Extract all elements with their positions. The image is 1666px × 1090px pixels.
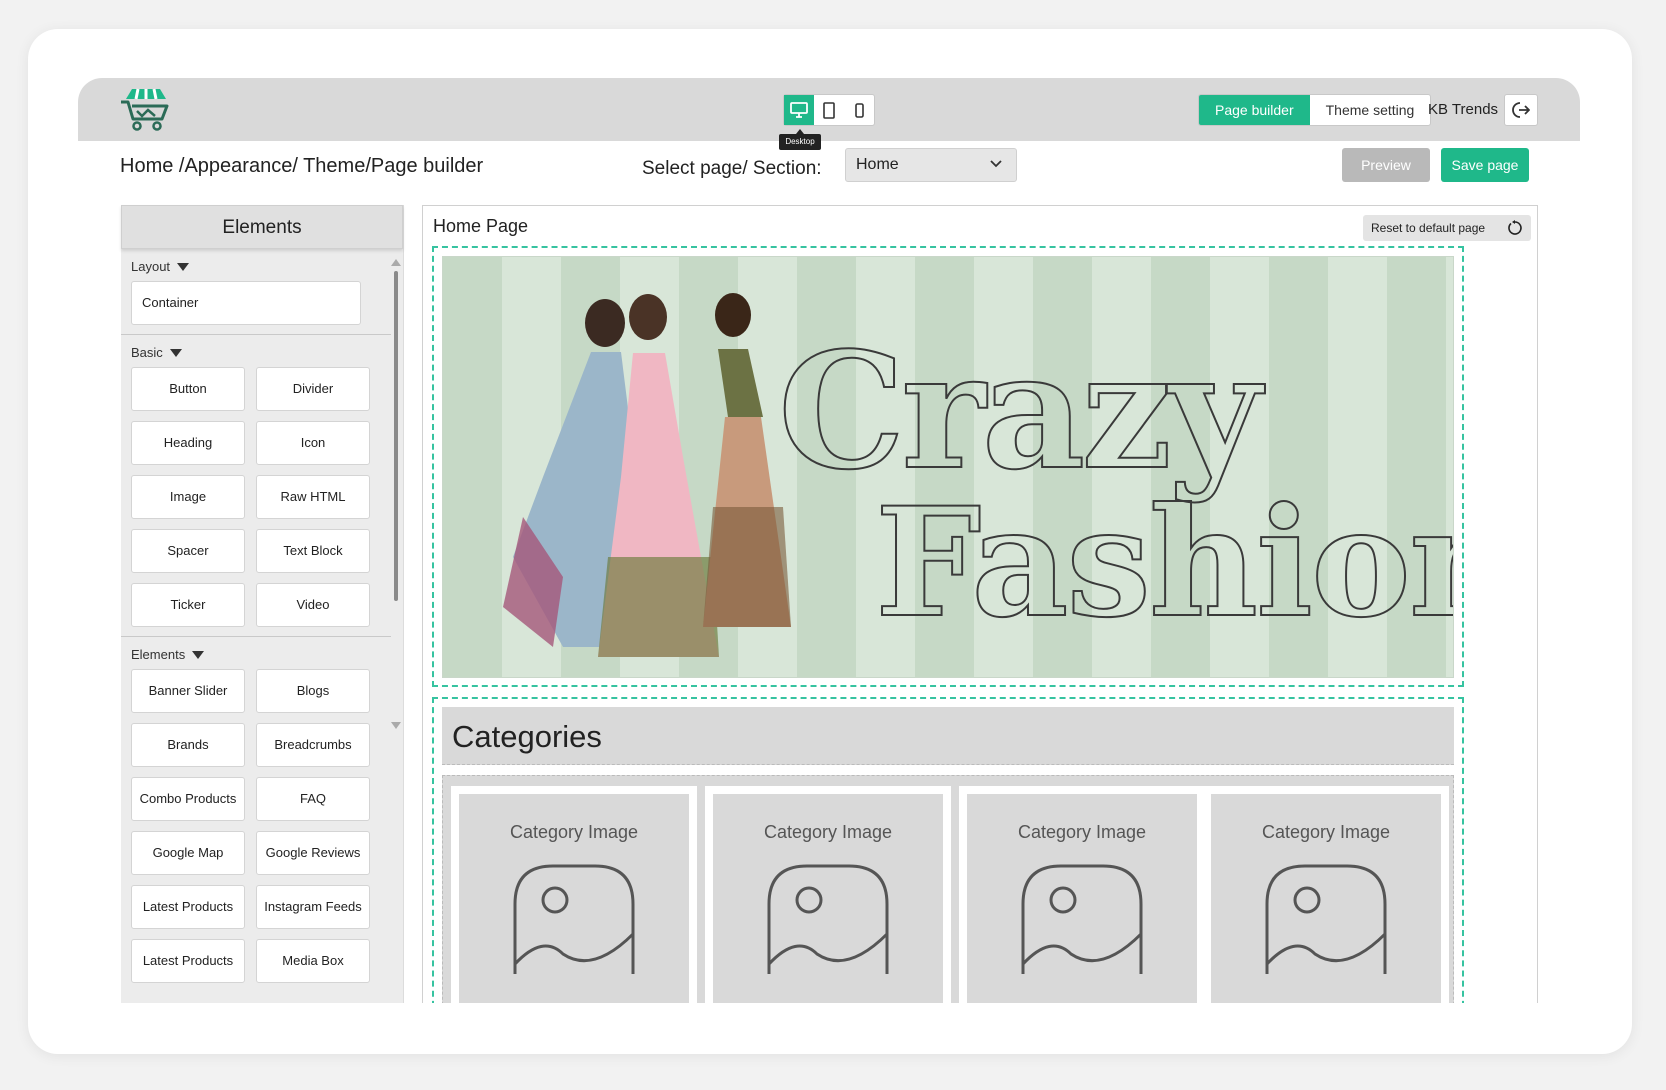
layout-section-toggle[interactable]: Layout [131, 259, 381, 274]
theme-setting-tab[interactable]: Theme setting [1310, 95, 1431, 125]
caret-down-icon [169, 348, 182, 357]
preview-button[interactable]: Preview [1342, 148, 1430, 182]
device-switcher [783, 94, 875, 126]
element-google-reviews[interactable]: Google Reviews [256, 831, 370, 875]
mobile-view-button[interactable] [844, 95, 874, 125]
chevron-down-icon [990, 160, 1002, 168]
page-canvas: Home Page Reset to default page Crazy Fa… [422, 205, 1538, 1003]
element-faq[interactable]: FAQ [256, 777, 370, 821]
page-builder-tab[interactable]: Page builder [1199, 95, 1310, 125]
top-bar: Desktop Page builder Theme setting KB Tr… [78, 78, 1580, 150]
category-card[interactable]: Category Image [959, 786, 1205, 1003]
image-placeholder-icon [1265, 864, 1387, 974]
element-banner-slider[interactable]: Banner Slider [131, 669, 245, 713]
elements-sidebar: Elements Layout Container Basic Button D… [121, 205, 404, 1003]
element-ticker[interactable]: Ticker [131, 583, 245, 627]
element-raw-html[interactable]: Raw HTML [256, 475, 370, 519]
logout-button[interactable] [1504, 94, 1538, 126]
desktop-icon [790, 102, 808, 118]
category-label: Category Image [1261, 822, 1391, 842]
basic-section: Basic Button Divider Heading Icon Image … [121, 334, 391, 636]
sidebar-scroll-area[interactable]: Layout Container Basic Button Divider He… [121, 249, 391, 1003]
element-spacer[interactable]: Spacer [131, 529, 245, 573]
element-blogs[interactable]: Blogs [256, 669, 370, 713]
page-builder-app: Desktop Page builder Theme setting KB Tr… [78, 78, 1580, 1003]
scroll-up-arrow-icon[interactable] [391, 259, 401, 266]
mobile-icon [854, 102, 864, 118]
image-placeholder-icon [767, 864, 889, 974]
element-text-block[interactable]: Text Block [256, 529, 370, 573]
element-heading[interactable]: Heading [131, 421, 245, 465]
basic-section-toggle[interactable]: Basic [131, 345, 381, 360]
canvas-page-title: Home Page [433, 216, 529, 236]
select-value: Home [856, 156, 899, 173]
element-video[interactable]: Video [256, 583, 370, 627]
banner-artwork: Crazy Fashion [503, 293, 1454, 657]
logout-icon [1512, 102, 1530, 118]
breadcrumb: Home /Appearance/ Theme/Page builder [120, 155, 484, 177]
tablet-icon [823, 101, 835, 119]
banner-section[interactable]: Crazy Fashion [432, 246, 1464, 687]
layout-section: Layout Container [121, 249, 391, 334]
element-breadcrumbs[interactable]: Breadcrumbs [256, 723, 370, 767]
store-cart-logo-icon [121, 88, 169, 131]
category-card[interactable]: Category Image [705, 786, 951, 1003]
sidebar-title: Elements [121, 205, 403, 249]
categories-heading: Categories [442, 707, 1454, 765]
element-latest-products[interactable]: Latest Products [131, 885, 245, 929]
page-section-select[interactable]: Home [845, 148, 1017, 182]
category-card[interactable]: Category Image [1203, 786, 1449, 1003]
sidebar-scrollbar[interactable] [391, 259, 401, 729]
caret-down-icon [177, 262, 190, 271]
element-button[interactable]: Button [131, 367, 245, 411]
element-brands[interactable]: Brands [131, 723, 245, 767]
reset-label: Reset to default page [1371, 221, 1486, 235]
element-divider[interactable]: Divider [256, 367, 370, 411]
desktop-view-button[interactable] [784, 95, 814, 125]
elements-section: Elements Banner Slider Blogs Brands Brea… [121, 636, 391, 992]
mode-toggle: Page builder Theme setting [1198, 94, 1432, 126]
store-name: KB Trends [1428, 101, 1499, 118]
tablet-view-button[interactable] [814, 95, 844, 125]
fashion-models-illustration [503, 293, 791, 657]
category-grid: Category Image Category Image Category I… [442, 775, 1454, 1003]
banner-headline-line2: Fashion [875, 475, 1454, 651]
element-icon[interactable]: Icon [256, 421, 370, 465]
element-latest-products-2[interactable]: Latest Products [131, 939, 245, 983]
category-label: Category Image [509, 822, 639, 842]
category-card[interactable]: Category Image [451, 786, 697, 1003]
reset-default-button[interactable]: Reset to default page [1363, 215, 1531, 241]
element-image[interactable]: Image [131, 475, 245, 519]
element-combo-products[interactable]: Combo Products [131, 777, 245, 821]
caret-down-icon [192, 650, 205, 659]
banner-slider[interactable]: Crazy Fashion [442, 256, 1454, 678]
save-page-button[interactable]: Save page [1441, 148, 1529, 182]
element-media-box[interactable]: Media Box [256, 939, 370, 983]
category-label: Category Image [763, 822, 893, 842]
desktop-tooltip: Desktop [779, 129, 821, 150]
element-instagram-feeds[interactable]: Instagram Feeds [256, 885, 370, 929]
scroll-thumb[interactable] [394, 271, 398, 601]
elements-section-toggle[interactable]: Elements [131, 647, 381, 662]
image-placeholder-icon [513, 864, 635, 974]
element-google-map[interactable]: Google Map [131, 831, 245, 875]
category-label: Category Image [1017, 822, 1147, 842]
section-title: Elements [131, 647, 186, 662]
scroll-down-arrow-icon[interactable] [391, 722, 401, 729]
reset-icon [1508, 220, 1522, 235]
image-placeholder-icon [1021, 864, 1143, 974]
select-page-label: Select page/ Section: [642, 158, 822, 179]
section-title: Layout [131, 259, 171, 274]
element-container[interactable]: Container [131, 281, 361, 325]
section-title: Basic [131, 345, 163, 360]
categories-section[interactable]: Categories Category Image Category Image [432, 697, 1464, 1003]
